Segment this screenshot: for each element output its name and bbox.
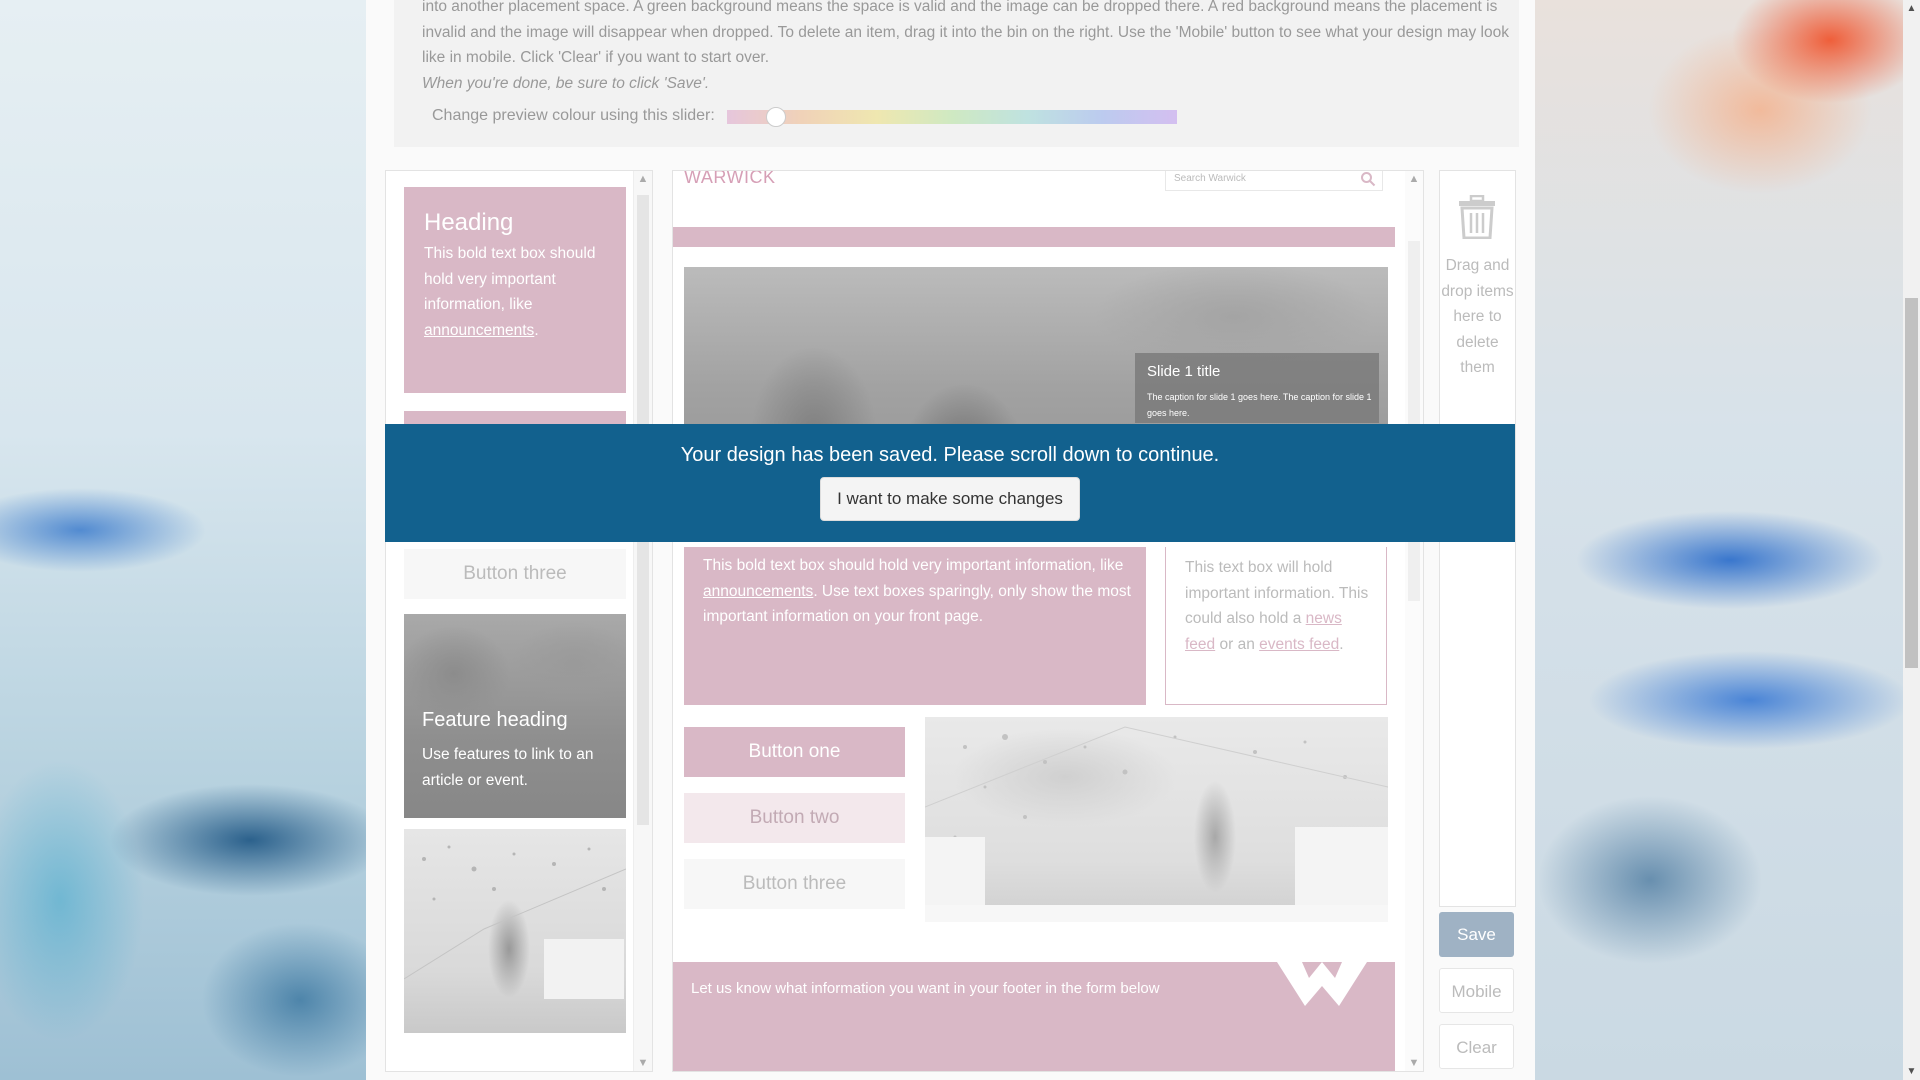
preview-scrollbar[interactable]: ▲ ▼	[1405, 171, 1423, 1071]
warwick-w-logo	[1277, 962, 1367, 1006]
instructions-line: like in mobile. Click 'Clear' if you wan…	[422, 49, 770, 66]
scroll-up-icon[interactable]: ▲	[634, 173, 652, 185]
palette-heading-end: .	[534, 321, 539, 339]
palette-feature-text: Use features to link to an article or ev…	[422, 746, 594, 789]
preview-search-input[interactable]: Search Warwick	[1165, 171, 1383, 191]
announcements-link[interactable]: announcements	[703, 583, 813, 600]
text-box-mid: or an	[1219, 635, 1255, 653]
window-scrollbar[interactable]: ▲ ▼	[1903, 0, 1920, 1080]
search-placeholder: Search Warwick	[1174, 173, 1246, 184]
bin-instructions: Drag and drop items here to delete them	[1441, 257, 1514, 376]
preview-text-box[interactable]: This text box will hold important inform…	[1165, 547, 1387, 705]
palette-scrollbar[interactable]: ▲ ▼	[633, 171, 652, 1071]
palette-feature-heading: Feature heading	[422, 709, 568, 731]
slide-caption-text: The caption for slide 1 goes here. The c…	[1147, 392, 1372, 418]
scroll-down-icon[interactable]: ▼	[634, 1057, 652, 1069]
instructions-line: into another placement space. A green ba…	[422, 0, 1498, 15]
preview-button-two[interactable]: Button two	[684, 793, 905, 843]
palette-heading-body: This bold text box should hold very impo…	[424, 245, 596, 313]
instructions-save-note: When you're done, be sure to click 'Save…	[422, 74, 710, 92]
colour-slider-thumb[interactable]	[766, 107, 786, 127]
scroll-up-icon[interactable]: ▲	[1903, 3, 1920, 14]
palette-heading-title: Heading	[424, 209, 514, 236]
preview-nav-bar	[673, 227, 1395, 247]
bold-text-content: This bold text box should hold very impo…	[703, 553, 1133, 630]
warwick-logo: WARWICK	[684, 170, 776, 187]
footer-text: Let us know what information you want in…	[691, 980, 1160, 997]
slide-title: Slide 1 title	[1147, 363, 1221, 380]
palette-heading-text: This bold text box should hold very impo…	[424, 241, 614, 343]
instructions-panel: into another placement space. A green ba…	[394, 0, 1519, 147]
search-icon	[1361, 172, 1376, 187]
preview-button-one[interactable]: Button one	[684, 727, 905, 777]
saved-message: Your design has been saved. Please scrol…	[680, 444, 1220, 466]
mobile-button[interactable]: Mobile	[1439, 968, 1514, 1013]
make-changes-button[interactable]: I want to make some changes	[820, 477, 1080, 521]
saved-banner: Your design has been saved. Please scrol…	[385, 424, 1515, 542]
constellation-image	[924, 726, 1389, 922]
bold-text-start: This bold text box should hold very impo…	[703, 557, 1124, 574]
preview-button-three[interactable]: Button three	[684, 859, 905, 909]
slide-caption: Slide 1 title The caption for slide 1 go…	[1135, 353, 1379, 423]
palette-announcements-link[interactable]: announcements	[424, 322, 534, 339]
scroll-up-icon[interactable]: ▲	[1405, 173, 1423, 185]
text-box-end: .	[1339, 635, 1344, 653]
colour-slider-track[interactable]	[727, 110, 1177, 124]
background-left	[0, 0, 366, 1080]
preview-bold-text-box[interactable]: This bold text box should hold very impo…	[684, 547, 1146, 705]
preview-footer[interactable]: Let us know what information you want in…	[673, 962, 1395, 1071]
constellation-image	[404, 845, 626, 999]
palette-feature-block[interactable]: Feature heading Use features to link to …	[404, 614, 626, 818]
trash-icon	[1459, 195, 1495, 239]
events-feed-link[interactable]: events feed	[1259, 636, 1339, 653]
scroll-down-icon[interactable]: ▼	[1405, 1057, 1423, 1069]
palette-heading-block[interactable]: Heading This bold text box should hold v…	[404, 187, 626, 393]
instructions-text: into another placement space. A green ba…	[422, 0, 1522, 96]
text-box-content: This text box will hold important inform…	[1185, 555, 1375, 657]
background-right	[1530, 0, 1920, 1080]
clear-button[interactable]: Clear	[1439, 1024, 1514, 1069]
window-scroll-thumb[interactable]	[1905, 298, 1918, 668]
component-palette: Heading This bold text box should hold v…	[385, 170, 653, 1072]
palette-button-three[interactable]: Button three	[404, 549, 626, 599]
preview-image-block[interactable]	[924, 717, 1389, 922]
scroll-down-icon[interactable]: ▼	[1903, 1066, 1920, 1077]
slider-label: Change preview colour using this slider:	[432, 107, 715, 124]
preview-scroll-thumb[interactable]	[1408, 241, 1420, 601]
palette-image-block[interactable]	[404, 829, 626, 1033]
design-preview: WARWICK Search Warwick Slide 1 title The…	[672, 170, 1424, 1072]
instructions-line: invalid and the image will disappear whe…	[422, 23, 1509, 41]
save-button[interactable]: Save	[1439, 912, 1514, 957]
